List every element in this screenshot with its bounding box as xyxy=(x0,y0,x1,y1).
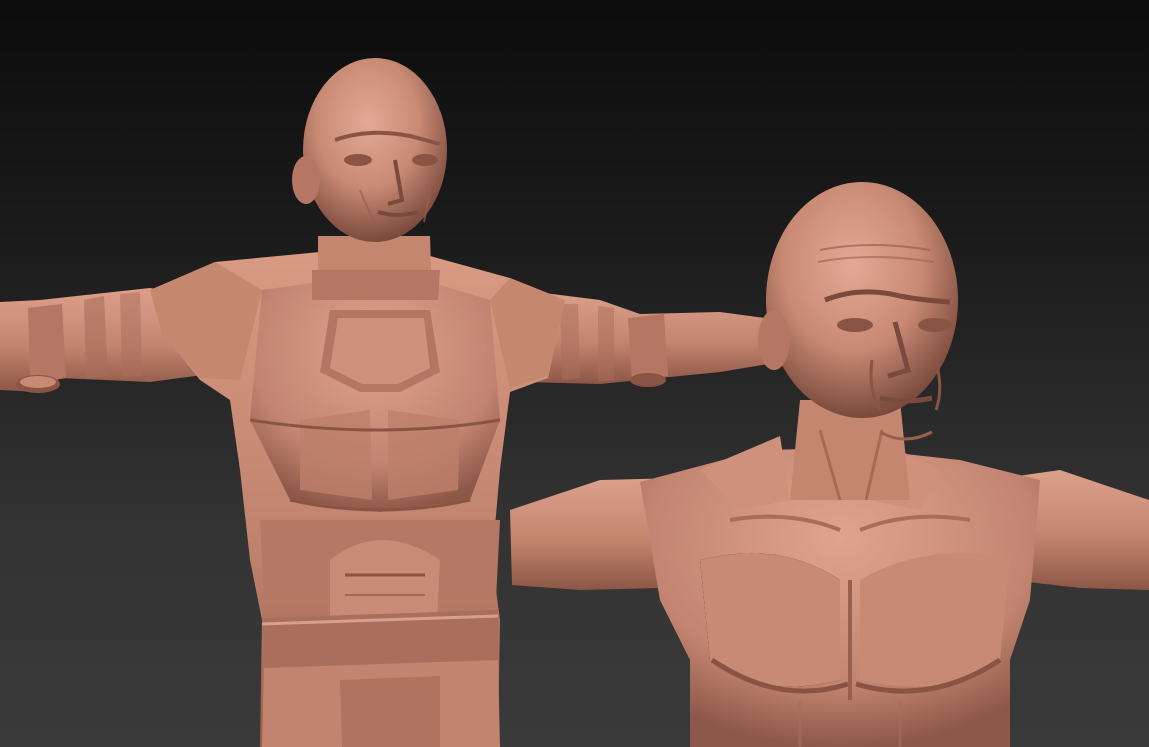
bare-torso-figure xyxy=(510,182,1149,747)
armored-torso xyxy=(150,252,565,747)
sculpt-render-image xyxy=(0,58,1149,747)
armored-head xyxy=(292,58,447,242)
sculpt-render-canvas xyxy=(0,0,1149,747)
armored-figure xyxy=(0,58,768,747)
bare-head xyxy=(758,182,958,441)
